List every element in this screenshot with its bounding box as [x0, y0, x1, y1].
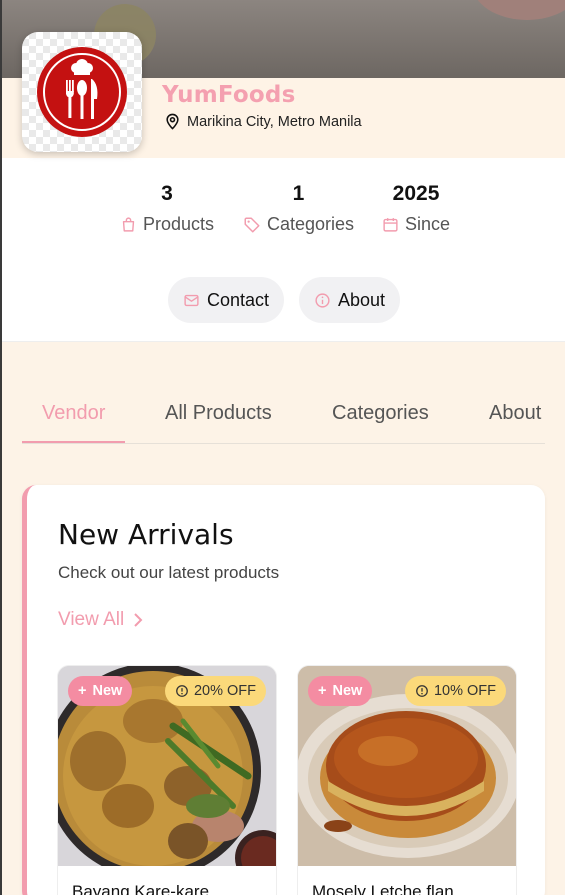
new-badge-label: New [92, 683, 123, 699]
section-title: New Arrivals [58, 518, 234, 551]
chef-logo-icon [37, 47, 127, 137]
stat-value: 2025 [392, 182, 440, 205]
tab-about[interactable]: About [489, 402, 541, 425]
discount-badge: 20% OFF [164, 676, 266, 706]
plus-icon: + [318, 683, 327, 699]
new-badge: + New [68, 676, 133, 706]
section-subtitle: Check out our latest products [58, 563, 280, 582]
stat-categories: 1 Categories [243, 182, 354, 235]
chevron-right-icon [134, 613, 143, 627]
alert-circle-icon [176, 685, 188, 697]
stat-label: Since [405, 214, 451, 234]
new-arrivals-section: New Arrivals Check out our latest produc… [22, 485, 545, 895]
tab-vendor[interactable]: Vendor [42, 402, 105, 425]
info-icon [315, 292, 330, 308]
tab-categories[interactable]: Categories [332, 402, 429, 425]
calendar-icon [383, 218, 398, 232]
stat-value: 3 [161, 182, 173, 205]
about-button-label: About [337, 289, 386, 310]
discount-badge: 10% OFF [404, 676, 506, 706]
stat-value: 1 [292, 182, 305, 205]
vendor-name: YumFoods [162, 82, 296, 108]
plus-icon: + [78, 683, 87, 699]
tag-icon [244, 217, 260, 232]
tab-all-products[interactable]: All Products [165, 402, 272, 425]
view-all-label: View All [58, 609, 125, 630]
window-edge [0, 0, 2, 895]
contact-button[interactable]: Contact [168, 277, 284, 323]
vendor-stats: 3 Products 1 Categories 2025 Since Conta… [2, 158, 565, 342]
active-tab-indicator [22, 441, 125, 443]
stat-since: 2025 Since [382, 182, 450, 235]
banner-decoration [472, 0, 565, 20]
product-name: Bayang Kare-kare [72, 882, 210, 895]
alert-circle-icon [416, 685, 428, 697]
view-all-link[interactable]: View All [58, 609, 144, 631]
discount-badge-label: 10% OFF [433, 683, 496, 699]
discount-badge-label: 20% OFF [193, 683, 256, 699]
vendor-location: Marikina City, Metro Manila [164, 113, 362, 130]
stat-label: Products [143, 214, 215, 234]
map-pin-icon [166, 113, 179, 130]
shopping-bag-icon [122, 217, 135, 232]
mail-icon [184, 294, 199, 306]
product-card[interactable]: + New 10% OFF Mosely Letche flan [297, 665, 517, 895]
new-badge-label: New [332, 683, 363, 699]
vendor-location-text: Marikina City, Metro Manila [187, 113, 362, 130]
about-button[interactable]: About [299, 277, 400, 323]
new-badge: + New [308, 676, 373, 706]
product-card[interactable]: + New 20% OFF Bayang Kare-kare [57, 665, 277, 895]
stat-products: 3 Products [120, 182, 214, 235]
vendor-tabs: Vendor All Products Categories About [22, 390, 545, 444]
stat-label: Categories [267, 214, 355, 234]
contact-button-label: Contact [206, 289, 270, 310]
vendor-logo [22, 32, 142, 152]
product-name: Mosely Letche flan [312, 882, 454, 895]
